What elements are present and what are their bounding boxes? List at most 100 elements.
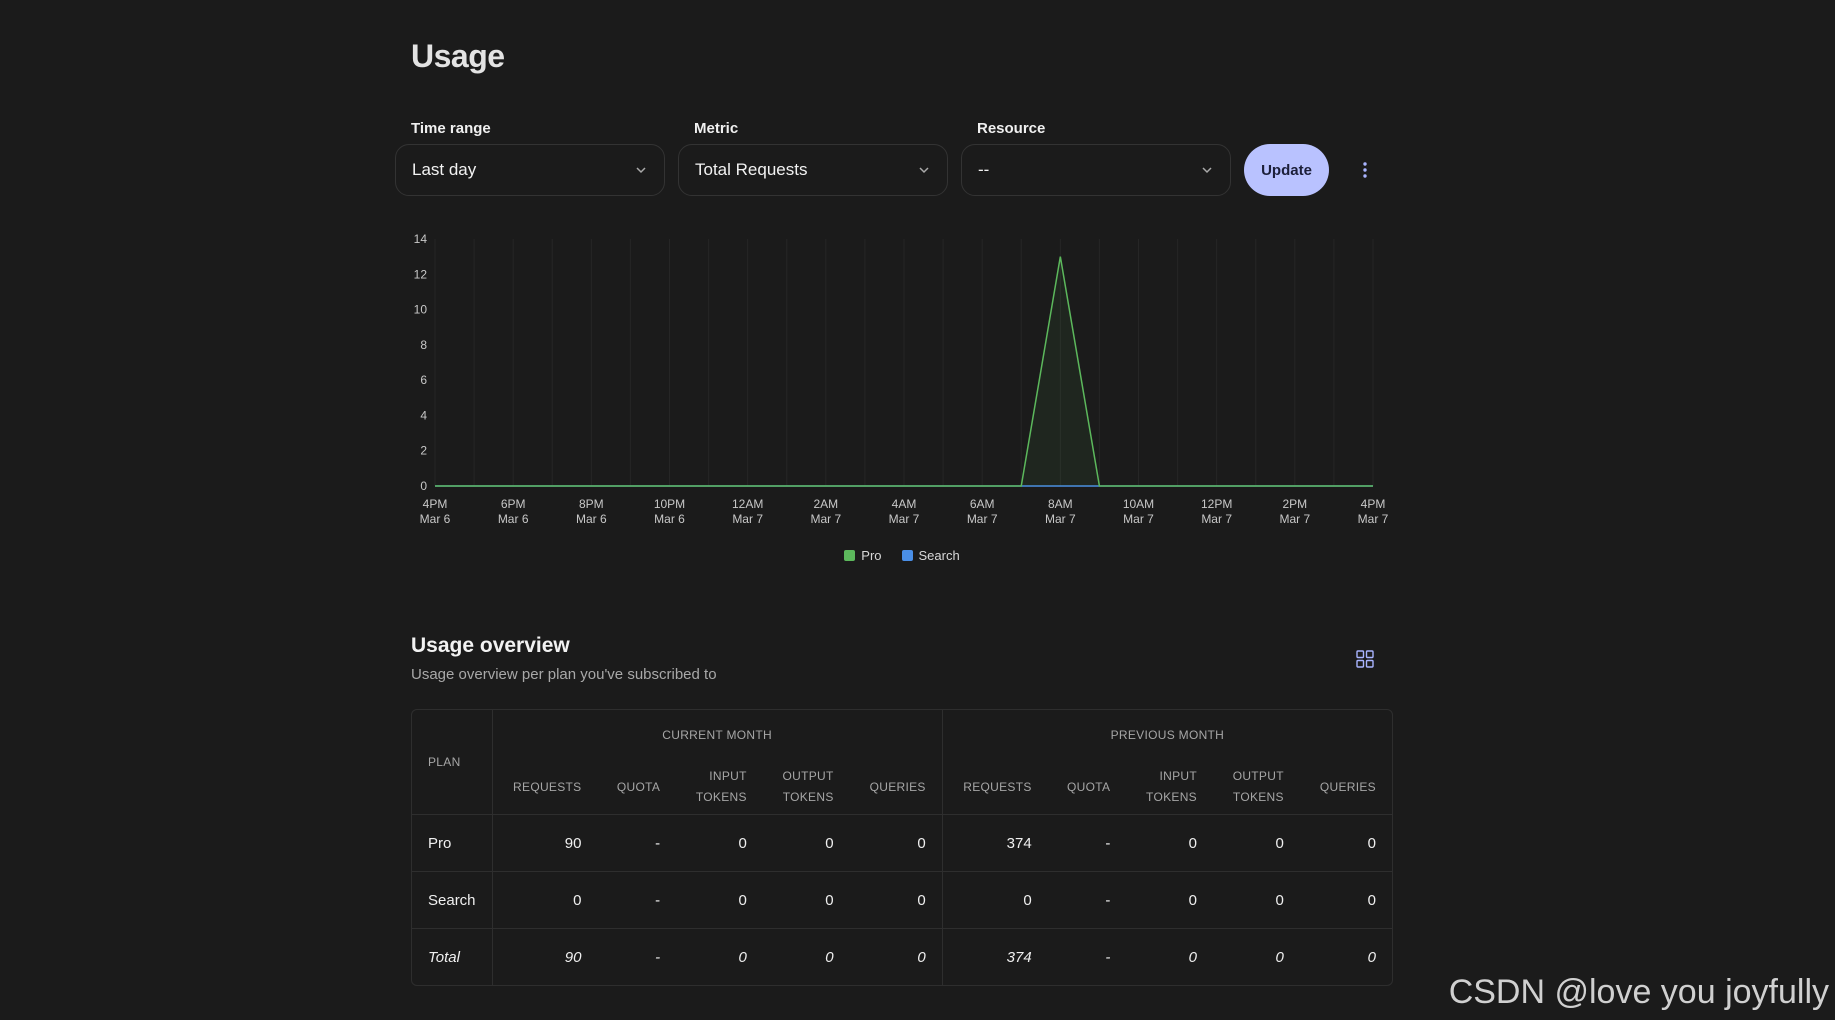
table-cell: 374 (941, 814, 1048, 872)
legend-label: Search (918, 548, 960, 563)
legend-item-search[interactable]: Search (901, 548, 960, 563)
x-tick-date-label: Mar 6 (420, 512, 451, 526)
x-tick-label: 2AM (813, 497, 838, 511)
table-cell: 0 (849, 928, 943, 985)
table-cell: - (1047, 928, 1127, 985)
usage-chart: 0 2 4 6 8 10 12 14 4PM Mar 6 6PM Mar 6 8PM Mar 6 10PM M… (411, 225, 1393, 585)
table-cell: 0 (1212, 814, 1300, 872)
column-header: INPUT TOKENS (695, 769, 747, 804)
x-tick-label: 8PM (579, 497, 604, 511)
x-tick-label: 10AM (1123, 497, 1154, 511)
x-tick-date-label: Mar 7 (810, 512, 841, 526)
more-options-icon[interactable] (1357, 158, 1373, 182)
x-tick-date-label: Mar 7 (967, 512, 998, 526)
metric-select[interactable]: Total Requests (678, 144, 948, 196)
current-month-header: CURRENT MONTH (491, 710, 943, 760)
plan-cell: Total (412, 928, 493, 985)
table-cell: 0 (1212, 871, 1300, 929)
y-tick-label: 8 (420, 338, 427, 352)
x-tick-date-label: Mar 7 (1358, 512, 1389, 526)
grid-view-icon[interactable] (1356, 650, 1374, 668)
table-row: Pro 90-0 0 0 374-0 0 0 (412, 814, 1392, 872)
x-tick-label: 2PM (1282, 497, 1307, 511)
table-cell: - (1047, 814, 1127, 872)
table-cell: 90 (491, 928, 598, 985)
x-tick-date-label: Mar 7 (1045, 512, 1076, 526)
update-button[interactable]: Update (1244, 144, 1329, 196)
table-cell: 0 (1126, 871, 1213, 929)
metric-label: Metric (694, 120, 739, 137)
x-tick-label: 10PM (654, 497, 685, 511)
table-cell: 374 (941, 928, 1048, 985)
x-tick-date-label: Mar 6 (654, 512, 685, 526)
y-tick-label: 10 (414, 303, 428, 317)
table-cell: - (597, 814, 677, 872)
table-cell: 0 (1212, 928, 1300, 985)
y-tick-label: 2 (420, 444, 427, 458)
table-row: Search 0-0 0 0 0-0 0 0 (412, 871, 1392, 929)
resource-value: -- (978, 160, 990, 179)
column-header: QUERIES (869, 779, 926, 794)
x-tick-date-label: Mar 7 (1201, 512, 1232, 526)
table-cell: - (597, 871, 677, 929)
x-tick-date-label: Mar 7 (1123, 512, 1154, 526)
table-cell: 0 (676, 928, 763, 985)
table-cell: 0 (676, 871, 763, 929)
resource-label: Resource (977, 120, 1046, 137)
resource-select[interactable]: -- (961, 144, 1231, 196)
table-cell: 0 (676, 814, 763, 872)
usage-overview-title: Usage overview (411, 634, 570, 657)
x-tick-label: 4PM (1361, 497, 1386, 511)
plan-header: PLAN (412, 710, 493, 815)
table-cell: 0 (849, 814, 943, 872)
page-title: Usage (411, 38, 505, 74)
column-header: REQUESTS (941, 760, 1048, 815)
x-tick-label: 8AM (1048, 497, 1073, 511)
metric-value: Total Requests (695, 160, 808, 179)
usage-chart-svg: 024681012144PMMar 66PMMar 68PMMar 610PMM… (414, 232, 1389, 526)
legend-item-pro[interactable]: Pro (844, 548, 882, 563)
previous-month-header: PREVIOUS MONTH (941, 710, 1392, 760)
y-tick-label: 12 (414, 267, 428, 281)
column-header: QUOTA (1067, 779, 1111, 794)
y-tick-label: 0 (420, 479, 427, 493)
table-row: Total 90-0 0 0 374-0 0 0 (412, 928, 1392, 985)
plan-cell: Search (412, 871, 493, 929)
x-tick-date-label: Mar 7 (889, 512, 920, 526)
time-range-value: Last day (412, 160, 477, 179)
x-tick-date-label: Mar 7 (1279, 512, 1310, 526)
usage-overview-subtitle: Usage overview per plan you've subscribe… (411, 666, 717, 683)
chart-legend: Pro Search (411, 548, 1393, 563)
time-range-label: Time range (411, 120, 491, 137)
chevron-down-icon (636, 167, 646, 174)
legend-label: Pro (861, 548, 882, 563)
y-tick-label: 6 (420, 373, 427, 387)
column-header: OUTPUT TOKENS (782, 769, 834, 804)
table-cell: 0 (762, 814, 850, 872)
chevron-down-icon (1202, 167, 1212, 174)
column-header: QUOTA (616, 779, 661, 794)
x-tick-label: 4PM (423, 497, 448, 511)
table-cell: 0 (1299, 814, 1392, 872)
x-tick-label: 12AM (732, 497, 763, 511)
table-cell: - (1047, 871, 1127, 929)
table-cell: 0 (762, 928, 850, 985)
chevron-down-icon (919, 167, 929, 174)
y-tick-label: 14 (414, 232, 428, 246)
x-tick-label: 12PM (1201, 497, 1232, 511)
column-header: QUERIES (1319, 779, 1376, 794)
table-cell: 0 (1299, 871, 1392, 929)
x-tick-label: 6AM (970, 497, 995, 511)
y-tick-label: 4 (420, 408, 427, 422)
table-cell: 0 (849, 871, 943, 929)
table-cell: 0 (941, 871, 1048, 929)
legend-swatch (901, 550, 913, 561)
x-tick-label: 6PM (501, 497, 526, 511)
table-cell: 0 (1126, 814, 1213, 872)
column-header: INPUT TOKENS (1146, 769, 1197, 804)
usage-overview-table: PLAN CURRENT MONTH PREVIOUS MONTH REQUES… (411, 709, 1393, 986)
x-tick-label: 4AM (892, 497, 917, 511)
table-cell: 0 (1299, 928, 1392, 985)
x-tick-date-label: Mar 6 (576, 512, 607, 526)
time-range-select[interactable]: Last day (395, 144, 665, 196)
